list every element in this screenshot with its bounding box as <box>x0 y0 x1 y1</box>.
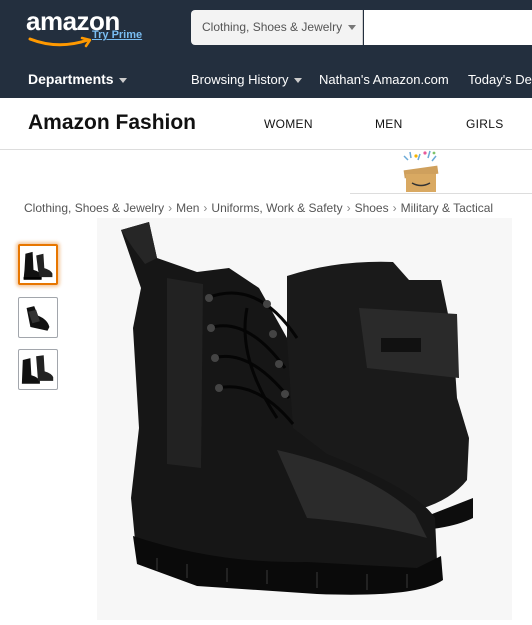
breadcrumb-item[interactable]: Military & Tactical <box>401 201 493 215</box>
nav-bar: Departments Browsing History Nathan's Am… <box>0 60 532 98</box>
search-category-dropdown[interactable]: Clothing, Shoes & Jewelry <box>191 10 363 45</box>
breadcrumb-item[interactable]: Shoes <box>355 201 389 215</box>
boots-pair-icon <box>23 251 53 280</box>
fashion-title[interactable]: Amazon Fashion <box>28 111 196 135</box>
chevron-right-icon: › <box>392 201 397 215</box>
search-category-label: Clothing, Shoes & Jewelry <box>202 20 343 34</box>
breadcrumb-item[interactable]: Clothing, Shoes & Jewelry <box>24 201 164 215</box>
browsing-history-menu[interactable]: Browsing History <box>191 72 302 87</box>
try-prime-link[interactable]: Try Prime <box>92 29 142 41</box>
browsing-history-label: Browsing History <box>191 72 289 87</box>
product-thumbnail-3[interactable] <box>18 349 58 390</box>
chevron-right-icon: › <box>346 201 351 215</box>
top-header: amazon Try Prime Clothing, Shoes & Jewel… <box>0 0 532 60</box>
chevron-down-icon <box>293 78 302 84</box>
product-thumbnail-1[interactable] <box>18 244 58 285</box>
boots-side-icon <box>21 355 54 384</box>
chevron-right-icon: › <box>203 201 208 215</box>
breadcrumb-item[interactable]: Uniforms, Work & Safety <box>211 201 342 215</box>
promo-banner[interactable] <box>350 150 532 194</box>
breadcrumb: Clothing, Shoes & Jewelry › Men › Uniforms, … <box>24 201 493 215</box>
product-thumbnail-2[interactable] <box>18 297 58 338</box>
fashion-link-men[interactable]: MEN <box>375 117 403 131</box>
search-input[interactable] <box>364 10 532 45</box>
boot-sole-icon <box>26 306 50 331</box>
chevron-right-icon: › <box>168 201 173 215</box>
breadcrumb-item[interactable]: Men <box>176 201 199 215</box>
chevron-down-icon <box>118 77 127 83</box>
amazon-logo[interactable]: amazon Try Prime <box>26 6 156 50</box>
user-amazon-link[interactable]: Nathan's Amazon.com <box>319 72 449 87</box>
fashion-header: Amazon Fashion WOMEN MEN GIRLS <box>0 98 532 150</box>
black-tactical-boot-icon <box>121 222 473 595</box>
product-main-image[interactable] <box>97 218 512 620</box>
fashion-link-girls[interactable]: GIRLS <box>466 117 504 131</box>
departments-menu[interactable]: Departments <box>28 71 127 87</box>
departments-label: Departments <box>28 71 114 87</box>
todays-deals-link[interactable]: Today's De <box>468 72 532 87</box>
chevron-down-icon <box>348 25 356 30</box>
fashion-link-women[interactable]: WOMEN <box>264 117 313 131</box>
gift-box-icon <box>403 150 439 192</box>
smile-arrow-icon <box>28 36 92 48</box>
